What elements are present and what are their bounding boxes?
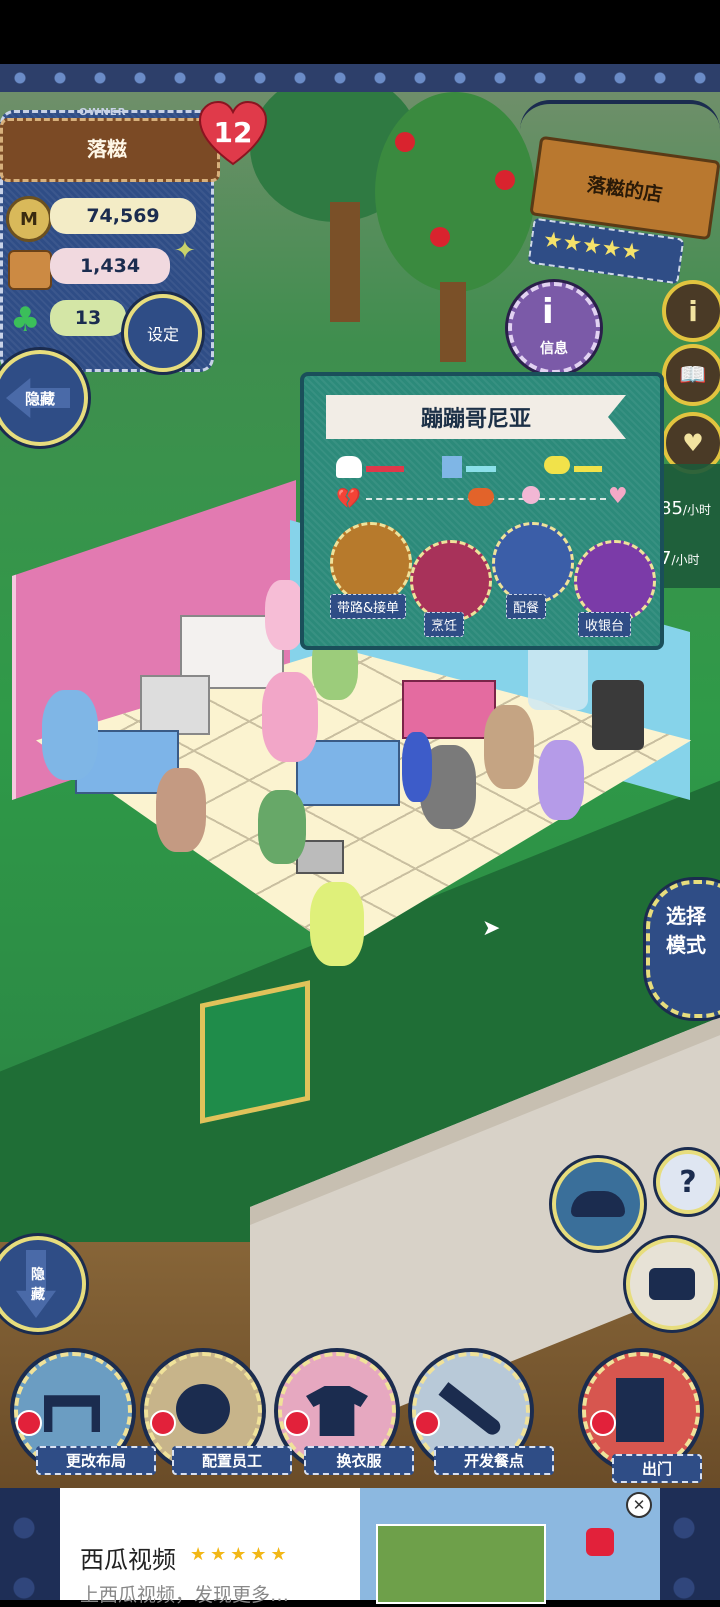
skill-guide-order[interactable] — [330, 522, 412, 604]
develop-menu-label: 开发餐点 — [434, 1446, 554, 1475]
top-star-banner — [0, 64, 720, 92]
ad-subtitle: 上西瓜视频，发现更多… — [80, 1584, 290, 1606]
pin-icon — [590, 1410, 616, 1436]
stat-bar-3 — [574, 466, 602, 472]
ad-video-thumb[interactable]: ✕ — [360, 1488, 660, 1604]
owner-nameplate[interactable]: OWNER 落糍 — [0, 107, 220, 182]
hide-bottom-label: 隐 藏 — [31, 1267, 45, 1303]
skill-label: 配餐 — [506, 594, 547, 619]
level-number: 12 — [213, 116, 253, 149]
pin-icon — [150, 1410, 176, 1436]
bear-navy[interactable] — [402, 732, 432, 802]
broken-heart-icon: 💔 — [336, 486, 361, 510]
skill-label: 收银台 — [578, 612, 632, 637]
info-label: 信息 — [540, 341, 568, 357]
pin-icon — [16, 1410, 42, 1436]
table-icon — [44, 1395, 100, 1432]
apple — [430, 227, 450, 247]
stat-bar-2 — [466, 466, 496, 472]
ad-banner[interactable]: 西瓜视频 ★★★★★ 上西瓜视频，发现更多… ✕ — [60, 1488, 660, 1606]
coins-value: 74,569 — [50, 198, 196, 234]
bear-pink[interactable] — [262, 672, 318, 762]
apple — [495, 170, 515, 190]
lollipop-icon — [522, 486, 540, 504]
clover-icon: ♣ — [10, 300, 41, 340]
clover-value: 13 — [50, 300, 126, 336]
food-basket-icon — [8, 250, 52, 290]
hat-button[interactable] — [552, 1158, 644, 1250]
chef-hat-icon — [336, 456, 362, 478]
rate-2-unit: /小时 — [671, 553, 700, 567]
bear-blue[interactable] — [42, 690, 98, 780]
staff-name-ribbon: 蹦蹦哥尼亚 — [326, 395, 626, 439]
staff-name: 蹦蹦哥尼亚 — [420, 407, 531, 432]
level-heart-icon[interactable]: 12 — [198, 100, 268, 170]
bear-purple[interactable] — [538, 740, 584, 820]
stat-bar-1 — [366, 466, 404, 472]
rate-1: 85/小时 — [660, 498, 711, 519]
microwave[interactable] — [140, 675, 210, 735]
knife-icon — [438, 1382, 504, 1438]
status-bar — [0, 0, 720, 64]
hat-icon — [571, 1191, 625, 1217]
cursor-arrow-icon: ➤ — [482, 916, 501, 941]
shop-board-sign[interactable] — [200, 980, 310, 1124]
clothes-label: 换衣服 — [304, 1446, 414, 1475]
bear-yellow-green[interactable] — [310, 882, 364, 966]
shop-name: 落糍的店 — [585, 173, 664, 206]
camera-button[interactable] — [626, 1238, 718, 1330]
banana-icon — [544, 456, 570, 474]
skill-label: 带路&接单 — [330, 594, 407, 619]
bear-head-icon — [176, 1384, 230, 1434]
info-side-button[interactable]: i — [662, 280, 720, 342]
play-icon — [586, 1528, 614, 1556]
rate-2: 7/小时 — [660, 548, 700, 569]
skill-cashier[interactable] — [574, 540, 656, 622]
coin-icon: M — [6, 196, 52, 242]
apple — [395, 132, 415, 152]
bear-brown[interactable] — [156, 768, 206, 852]
star-icon: ★★★★★ — [541, 227, 643, 266]
owner-caption: OWNER — [79, 107, 127, 118]
sparkle-icon: ✦ — [174, 236, 196, 266]
recipe-book-button[interactable]: 📖 — [662, 344, 720, 406]
settings-button[interactable]: 设定 — [124, 294, 202, 372]
camera-icon — [649, 1268, 695, 1300]
owner-name: 落糍 — [87, 137, 127, 161]
info-i-icon: i — [542, 292, 554, 332]
info-button[interactable]: i 信息 — [508, 282, 600, 374]
layout-label: 更改布局 — [36, 1446, 156, 1475]
bear-pink-back[interactable] — [265, 580, 305, 650]
select-mode-label: 选择 模式 — [666, 904, 706, 957]
skill-serve[interactable] — [492, 522, 574, 604]
skill-cook[interactable] — [410, 540, 492, 622]
help-button[interactable]: ? — [656, 1150, 720, 1214]
select-mode-button[interactable]: 选择 模式 — [646, 880, 720, 1018]
door-icon — [616, 1378, 664, 1442]
hide-left-label: 隐藏 — [24, 389, 55, 408]
bear-green-dark[interactable] — [258, 790, 306, 864]
apple-tree — [375, 92, 535, 292]
tree-trunk — [440, 282, 466, 362]
heart-icon: ♥ — [608, 484, 628, 509]
bear-tan[interactable] — [484, 705, 534, 789]
rate-1-unit: /小时 — [682, 503, 711, 517]
blue-item-icon — [442, 456, 462, 478]
chili-icon — [468, 488, 494, 506]
go-out-label: 出门 — [612, 1454, 702, 1483]
pink-table[interactable] — [402, 680, 496, 739]
pin-icon — [414, 1410, 440, 1436]
coffee-machine[interactable] — [592, 680, 644, 750]
tree-trunk — [330, 202, 360, 322]
skill-label: 烹饪 — [424, 612, 465, 637]
ad-game-screen — [376, 1524, 546, 1604]
ad-stars: ★★★★★ — [190, 1544, 291, 1565]
staff-label: 配置员工 — [172, 1446, 292, 1475]
ad-title: 西瓜视频 — [80, 1546, 176, 1574]
food-value: 1,434 — [50, 248, 170, 284]
pin-icon — [284, 1410, 310, 1436]
shirt-icon — [306, 1386, 368, 1436]
ad-close-icon[interactable]: ✕ — [626, 1492, 652, 1518]
